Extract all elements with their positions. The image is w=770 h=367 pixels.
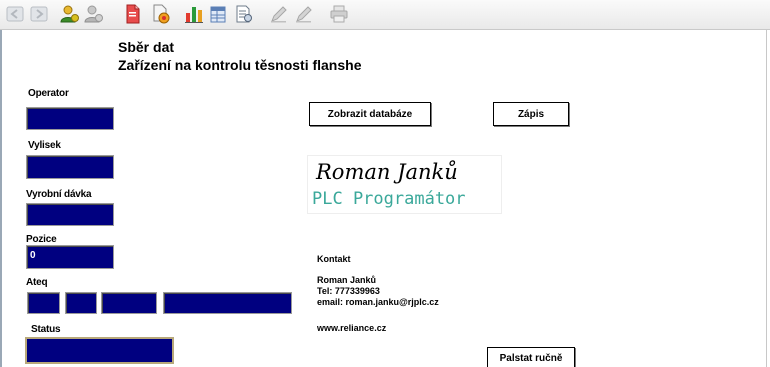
write-button[interactable]: Zápis <box>493 102 569 126</box>
print-icon <box>330 5 348 23</box>
page-subtitle: Zařízení na kontrolu těsnosti flanshe <box>118 57 362 73</box>
pozice-field[interactable]: 0 <box>26 245 114 269</box>
forward-button[interactable] <box>28 3 50 25</box>
vylisek-field[interactable] <box>26 155 114 179</box>
arrow-left-icon <box>6 6 24 22</box>
ateq-label: Ateq <box>26 277 48 288</box>
status-label: Status <box>31 324 61 335</box>
author-logo: Roman Janků PLC Programátor <box>307 155 502 214</box>
back-button[interactable] <box>4 3 26 25</box>
toolbar <box>0 0 770 30</box>
chart-button[interactable] <box>183 3 205 25</box>
database-table-icon <box>210 6 226 23</box>
status-field[interactable] <box>25 337 174 364</box>
window-left-border <box>0 30 2 367</box>
edit-button[interactable] <box>268 3 290 25</box>
contact-name: Roman Janků <box>317 275 377 285</box>
batch-label: Vyrobní dávka <box>26 189 92 200</box>
document-red-icon <box>126 4 140 24</box>
page-title: Sběr dat <box>118 39 175 55</box>
document-button[interactable] <box>122 3 144 25</box>
document-settings-icon <box>153 4 170 24</box>
manual-write-button[interactable]: Palstat ručně <box>487 347 575 367</box>
database-button[interactable] <box>208 3 230 25</box>
contact-heading: Kontakt <box>317 254 351 264</box>
bar-chart-icon <box>185 7 203 23</box>
report-button[interactable] <box>233 3 255 25</box>
show-database-button[interactable]: Zobrazit databáze <box>309 102 431 126</box>
contact-phone: Tel: 777339963 <box>317 286 380 296</box>
logo-name: Roman Janků <box>316 160 458 184</box>
window-right-border <box>766 30 767 367</box>
edit-alt-button[interactable] <box>293 3 315 25</box>
report-icon <box>236 5 252 23</box>
arrow-right-icon <box>30 6 48 22</box>
edit-icon <box>271 6 287 23</box>
batch-field[interactable] <box>26 203 114 226</box>
contact-website[interactable]: www.reliance.cz <box>317 323 386 333</box>
operator-label: Operator <box>28 88 69 99</box>
pozice-label: Pozice <box>26 234 57 245</box>
contact-email: email: roman.janku@rjplc.cz <box>317 297 439 307</box>
user-disabled-button[interactable] <box>83 3 105 25</box>
ateq-field-4[interactable] <box>163 292 292 314</box>
user-button[interactable] <box>59 3 81 25</box>
document-settings-button[interactable] <box>150 3 172 25</box>
logo-role: PLC Programátor <box>312 189 466 209</box>
ateq-field-2[interactable] <box>65 292 97 314</box>
vylisek-label: Vylisek <box>28 140 61 151</box>
edit-alt-icon <box>296 6 312 23</box>
print-button[interactable] <box>328 3 350 25</box>
operator-field[interactable] <box>26 107 114 130</box>
ateq-field-1[interactable] <box>27 292 60 314</box>
ateq-field-3[interactable] <box>101 292 157 314</box>
user-icon <box>60 5 79 23</box>
user-gray-icon <box>84 5 103 23</box>
